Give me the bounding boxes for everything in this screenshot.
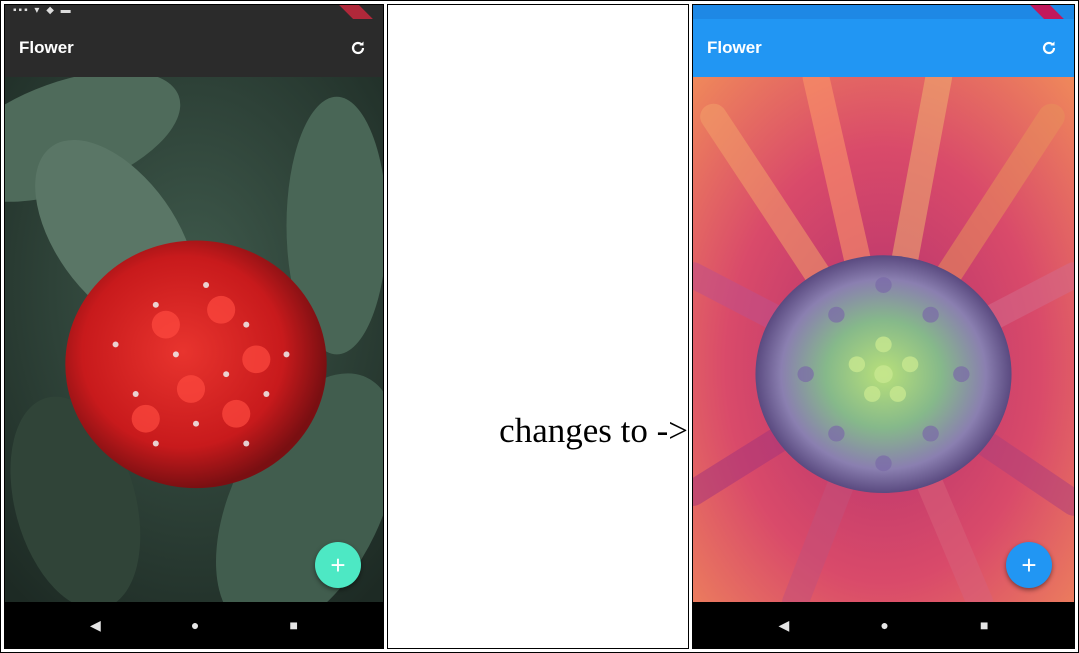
add-fab-button[interactable]: + [315,542,361,588]
left-cell: ▪▪▪ ▾ ◆ ▬ Flower + ◀ ● ■ [4,4,384,649]
nav-recents-icon[interactable]: ■ [980,617,988,633]
refresh-button[interactable] [1038,37,1060,59]
comparison-table: ▪▪▪ ▾ ◆ ▬ Flower + ◀ ● ■ changes to -> F… [0,0,1079,653]
refresh-icon [351,41,365,55]
status-bar: ▪▪▪ ▾ ◆ ▬ [5,5,383,19]
android-nav-bar: ◀ ● ■ [5,602,383,648]
app-bar: Flower [693,19,1074,77]
nav-home-icon[interactable]: ● [880,617,888,633]
flower-image [693,77,1074,602]
phone-screen-before: ▪▪▪ ▾ ◆ ▬ Flower + ◀ ● ■ [5,5,383,648]
phone-screen-after: Flower + ◀ ● ■ [693,5,1074,648]
flower-image [5,77,383,602]
status-bar [693,5,1074,19]
nav-recents-icon[interactable]: ■ [289,617,297,633]
refresh-icon [1042,41,1056,55]
refresh-button[interactable] [347,37,369,59]
caption-text: changes to -> [499,410,688,450]
status-icons: ▪▪▪ ▾ ◆ ▬ [13,5,73,16]
nav-back-icon[interactable]: ◀ [779,617,790,634]
app-bar: Flower [5,19,383,77]
nav-back-icon[interactable]: ◀ [90,617,101,634]
middle-cell: changes to -> [387,4,689,649]
add-fab-button[interactable]: + [1006,542,1052,588]
nav-home-icon[interactable]: ● [191,617,199,633]
app-title: Flower [19,38,74,57]
app-title: Flower [707,38,762,57]
android-nav-bar: ◀ ● ■ [693,602,1074,648]
right-cell: Flower + ◀ ● ■ [692,4,1075,649]
